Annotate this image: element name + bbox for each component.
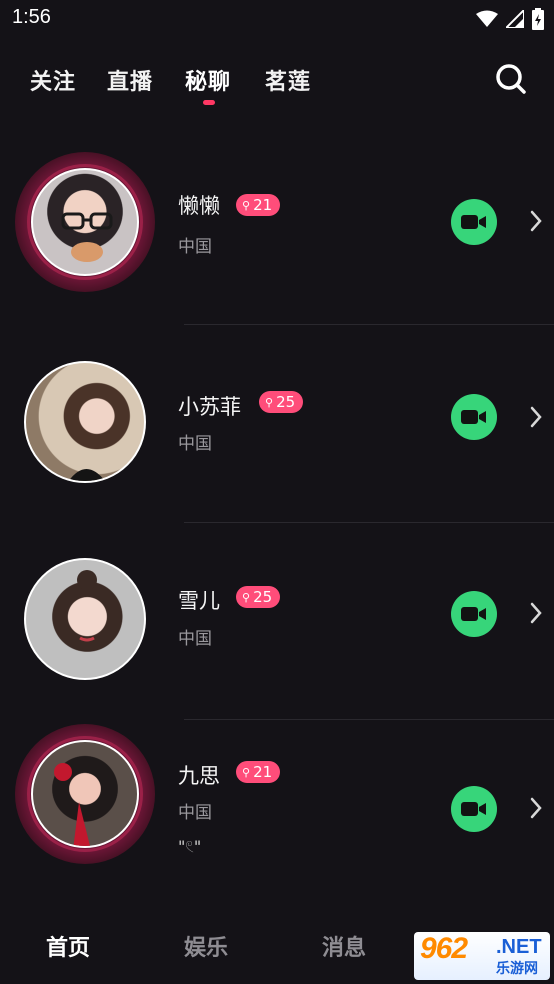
- rose-portrait-graphic: [54, 763, 90, 846]
- bottom-tab-messages[interactable]: 消息: [322, 930, 366, 962]
- video-call-button[interactable]: [451, 199, 497, 245]
- chevron-right-icon[interactable]: [528, 208, 544, 234]
- avatar-wrap[interactable]: [24, 558, 146, 680]
- portrait-graphic: [68, 469, 105, 481]
- avatar[interactable]: [31, 740, 139, 848]
- video-call-button[interactable]: [451, 591, 497, 637]
- video-camera-icon: [461, 802, 486, 816]
- battery-icon: [532, 8, 544, 30]
- list-item[interactable]: 懒懒 ⚲ 21 中国: [0, 128, 554, 325]
- user-signature: "𓏲": [178, 837, 202, 856]
- age-value: 25: [276, 393, 296, 411]
- user-name: 雪儿: [178, 589, 220, 613]
- watermark-logo: 962 .NET 乐游网: [414, 932, 550, 980]
- watermark-domain: .NET: [496, 936, 542, 958]
- tab-follow[interactable]: 关注: [30, 64, 76, 96]
- status-time: 1:56: [12, 6, 51, 28]
- user-location: 中国: [178, 434, 212, 454]
- bottom-tab-entertainment[interactable]: 娱乐: [184, 930, 228, 962]
- tab-minglian[interactable]: 茗莲: [265, 64, 311, 96]
- list-item[interactable]: 九思 ⚲ 21 中国 "𓏲": [0, 720, 554, 910]
- list-item[interactable]: 雪儿 ⚲ 25 中国: [0, 523, 554, 720]
- user-name: 懒懒: [178, 194, 220, 218]
- list-item[interactable]: 小苏菲 ⚲ 25 中国: [0, 325, 554, 523]
- age-value: 21: [253, 196, 273, 214]
- avatar[interactable]: [24, 558, 146, 680]
- status-icons: [476, 8, 544, 30]
- gender-icon: ⚲: [242, 198, 251, 212]
- wifi-icon: [476, 10, 498, 27]
- user-list: 懒懒 ⚲ 21 中国 小苏菲 ⚲ 25 中国 雪儿 ⚲ 25 中国 九思 ⚲ 2…: [0, 128, 554, 910]
- user-location: 中国: [178, 237, 212, 257]
- age-value: 25: [253, 588, 273, 606]
- glasses-portrait-graphic: [61, 212, 113, 262]
- watermark-brand: 962: [420, 932, 468, 965]
- gender-icon: ⚲: [242, 590, 251, 604]
- bottom-tab-home[interactable]: 首页: [46, 930, 90, 962]
- video-camera-icon: [461, 215, 486, 229]
- chevron-right-icon[interactable]: [528, 795, 544, 821]
- video-call-button[interactable]: [451, 394, 497, 440]
- avatar-live-ring[interactable]: [15, 724, 155, 864]
- search-button[interactable]: [494, 62, 528, 96]
- user-location: 中国: [178, 803, 212, 823]
- video-call-button[interactable]: [451, 786, 497, 832]
- video-camera-icon: [461, 607, 486, 621]
- gender-icon: ⚲: [265, 395, 274, 409]
- signal-icon: [506, 10, 524, 28]
- chevron-right-icon[interactable]: [528, 600, 544, 626]
- portrait-graphic: [77, 570, 97, 642]
- top-tab-bar: 关注 直播 秘聊 茗莲: [0, 50, 554, 110]
- video-camera-icon: [461, 410, 486, 424]
- avatar-wrap[interactable]: [24, 361, 146, 483]
- avatar-live-ring[interactable]: [15, 152, 155, 292]
- search-icon: [496, 64, 526, 94]
- age-value: 21: [253, 763, 273, 781]
- tab-live[interactable]: 直播: [107, 64, 153, 96]
- age-badge: ⚲ 25: [259, 391, 304, 413]
- user-location: 中国: [178, 629, 212, 649]
- user-name: 九思: [178, 764, 220, 788]
- age-badge: ⚲ 21: [236, 761, 281, 783]
- tab-secret-chat[interactable]: 秘聊: [185, 64, 231, 96]
- user-name: 小苏菲: [178, 395, 241, 419]
- chevron-right-icon[interactable]: [528, 404, 544, 430]
- avatar[interactable]: [24, 361, 146, 483]
- age-badge: ⚲ 21: [236, 194, 281, 216]
- age-badge: ⚲ 25: [236, 586, 281, 608]
- gender-icon: ⚲: [242, 765, 251, 779]
- active-tab-indicator: [203, 100, 215, 105]
- status-bar: 1:56: [0, 0, 554, 40]
- watermark-sub: 乐游网: [496, 961, 538, 977]
- avatar[interactable]: [31, 168, 139, 276]
